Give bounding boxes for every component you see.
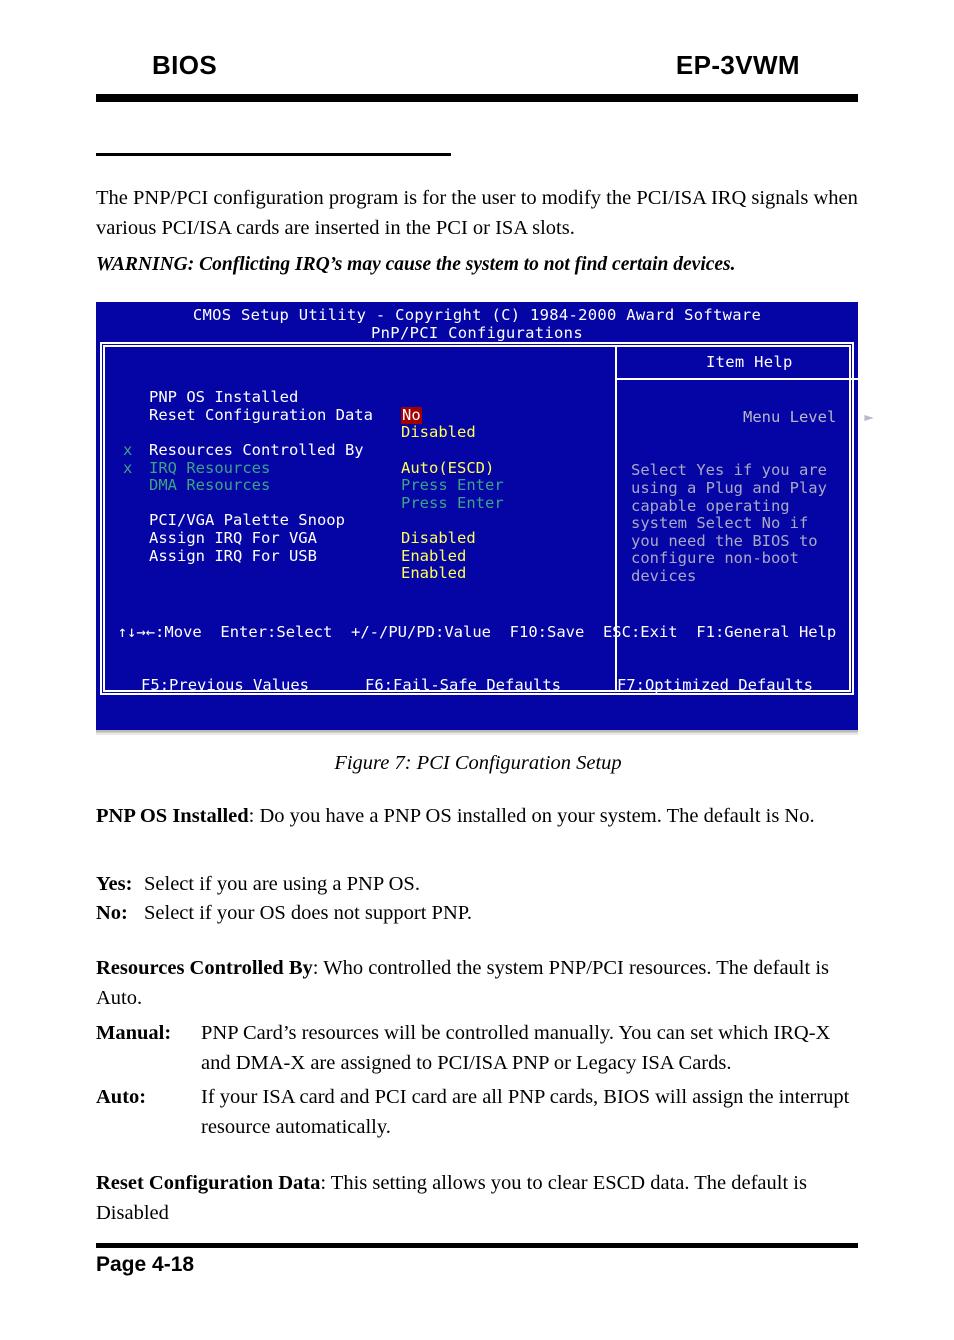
option-label: Assign IRQ For USB bbox=[149, 546, 317, 565]
bios-key-legend: ↑↓→←:Move Enter:Select +/-/PU/PD:Value F… bbox=[103, 589, 851, 730]
bios-title-line2: PnP/PCI Configurations bbox=[371, 323, 583, 342]
item-help-text: Select Yes if you are using a Plug and P… bbox=[631, 461, 827, 585]
reset-configuration-data-description: Reset Configuration Data: This setting a… bbox=[96, 1168, 860, 1228]
item-help-content: Menu Level ► Select Yes if you are using… bbox=[617, 380, 882, 586]
option-value[interactable]: Disabled bbox=[401, 529, 476, 548]
yes-definition-row: Yes: Select if you are using a PNP OS. bbox=[96, 869, 860, 899]
bios-option-assign-irq-for-vga[interactable]: Assign IRQ For VGA Enabled bbox=[105, 495, 615, 564]
auto-term: Auto: bbox=[96, 1086, 147, 1108]
menu-level-arrow-icon: ► bbox=[864, 408, 874, 427]
page-header: BIOS EP-3VWM bbox=[96, 50, 858, 90]
pnp-os-installed-text: : Do you have a PNP OS installed on your… bbox=[248, 805, 815, 827]
manual-page: BIOS EP-3VWM The PNP/PCI configuration p… bbox=[0, 0, 954, 1340]
menu-level-label: Menu Level bbox=[742, 408, 837, 427]
bios-key-legend-line2: F5:Previous Values F6:Fail-Safe Defaults… bbox=[141, 676, 813, 695]
figure-caption: Figure 7: PCI Configuration Setup bbox=[334, 752, 622, 774]
option-value[interactable]: Enabled bbox=[401, 565, 466, 583]
intro-paragraph: The PNP/PCI configuration program is for… bbox=[96, 187, 858, 239]
yes-term: Yes: bbox=[96, 873, 133, 895]
no-term: No: bbox=[96, 902, 128, 924]
manual-term: Manual: bbox=[96, 1022, 172, 1044]
bios-option-pci-vga-palette-snoop[interactable]: PCI/VGA Palette Snoop Disabled bbox=[105, 477, 615, 547]
no-text: Select if your OS does not support PNP. bbox=[144, 902, 472, 924]
bios-option-assign-irq-for-usb[interactable]: Assign IRQ For USB Enabled bbox=[105, 512, 615, 582]
bios-option-pnp-os-installed[interactable]: PNP OS Installed No bbox=[105, 354, 615, 425]
option-disabled-mark: x bbox=[123, 458, 133, 477]
warning-paragraph: WARNING: Conflicting IRQ’s may cause the… bbox=[96, 254, 736, 275]
manual-definition-row: Manual: PNP Card’s resources will be con… bbox=[96, 1018, 860, 1078]
yes-text: Select if you are using a PNP OS. bbox=[144, 873, 420, 895]
bios-option-resources-controlled-by[interactable]: Resources Controlled By Auto(ESCD) bbox=[105, 407, 615, 476]
footer-rule bbox=[96, 1243, 858, 1248]
header-right-model: EP-3VWM bbox=[675, 50, 800, 80]
bios-option-reset-configuration-data[interactable]: Reset Configuration Data Disabled bbox=[105, 372, 615, 441]
resources-controlled-by-term: Resources Controlled By bbox=[96, 957, 313, 979]
reset-configuration-data-term: Reset Configuration Data bbox=[96, 1172, 321, 1194]
pnp-os-installed-term: PNP OS Installed bbox=[96, 805, 249, 827]
menu-level-row: Menu Level ► bbox=[631, 392, 874, 445]
auto-text: If your ISA card and PCI card are all PN… bbox=[201, 1086, 850, 1138]
page-number: Page 4-18 bbox=[96, 1253, 195, 1276]
header-rule bbox=[96, 94, 858, 102]
section-rule bbox=[96, 153, 451, 156]
resources-controlled-by-description: Resources Controlled By: Who controlled … bbox=[96, 953, 860, 1013]
bios-screenshot-edge bbox=[96, 730, 858, 735]
bios-setup-screenshot: CMOS Setup Utility - Copyright (C) 1984-… bbox=[96, 302, 882, 734]
bios-title-bar: CMOS Setup Utility - Copyright (C) 1984-… bbox=[96, 306, 858, 342]
bios-option-dma-resources[interactable]: x DMA Resources Press Enter bbox=[105, 442, 615, 511]
option-value[interactable]: Enabled bbox=[401, 547, 466, 566]
no-definition-row: No: Select if your OS does not support P… bbox=[96, 898, 860, 928]
bios-key-legend-line1: ↑↓→←:Move Enter:Select +/-/PU/PD:Value F… bbox=[117, 623, 837, 642]
manual-text: PNP Card’s resources will be controlled … bbox=[201, 1022, 831, 1074]
bios-option-irq-resources[interactable]: x IRQ Resources Press Enter bbox=[105, 424, 615, 493]
header-left-title: BIOS bbox=[152, 50, 218, 80]
pnp-os-installed-description: PNP OS Installed: Do you have a PNP OS i… bbox=[96, 801, 860, 831]
option-value[interactable]: Auto(ESCD) bbox=[401, 459, 494, 478]
auto-definition-row: Auto: If your ISA card and PCI card are … bbox=[96, 1082, 860, 1142]
bios-title-line1: CMOS Setup Utility - Copyright (C) 1984-… bbox=[192, 306, 762, 324]
item-help-title: Item Help bbox=[617, 347, 882, 380]
